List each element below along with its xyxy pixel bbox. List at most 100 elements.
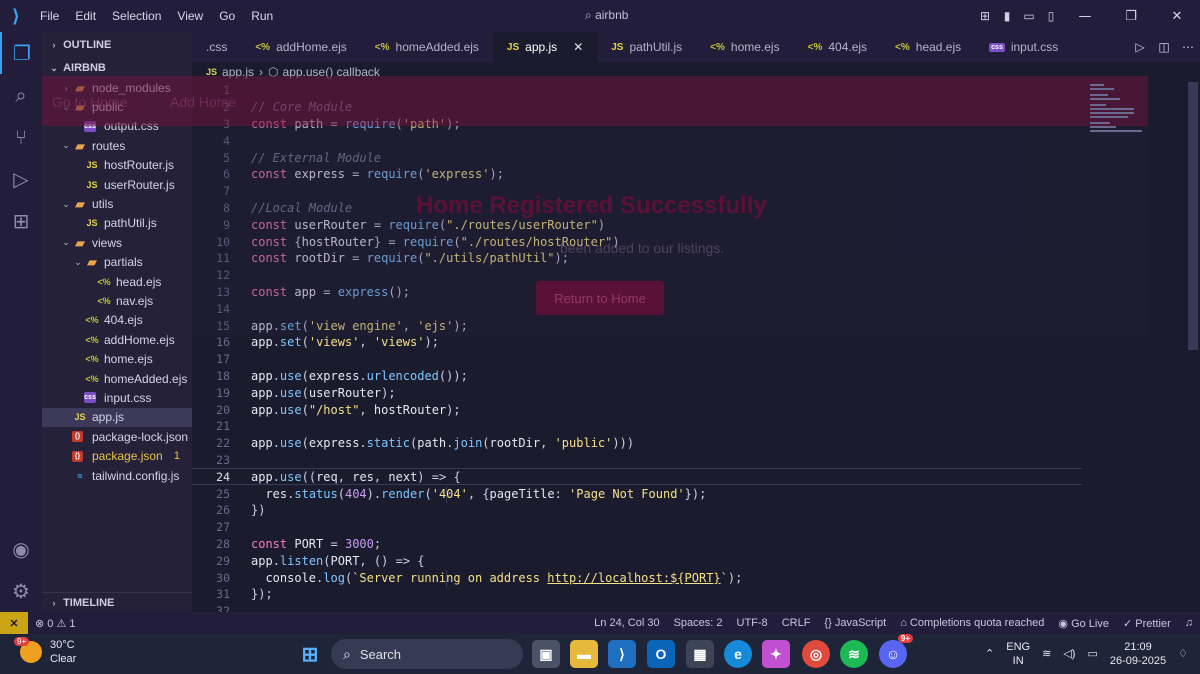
clock[interactable]: 21:09 26-09-2025 xyxy=(1104,640,1172,668)
store-icon[interactable]: ▦ xyxy=(686,640,714,668)
tree-item[interactable]: css input.css xyxy=(42,388,192,407)
tab-input-css[interactable]: css input.css xyxy=(975,32,1072,62)
menu-edit[interactable]: Edit xyxy=(67,9,104,23)
problems-indicator[interactable]: ⊗ 0 ⚠ 1 xyxy=(28,617,83,630)
code-line[interactable]: 18 app.use(express.urlencoded()); xyxy=(192,368,1082,385)
code-line[interactable]: 23 xyxy=(192,452,1082,469)
tree-item[interactable]: <% 404.ejs xyxy=(42,311,192,330)
code-line[interactable]: 26}) xyxy=(192,502,1082,519)
timeline-section[interactable]: › TIMELINE xyxy=(42,592,192,612)
tab-app-js[interactable]: JS app.js ✕ xyxy=(492,32,598,62)
tree-item[interactable]: <% addHome.ejs xyxy=(42,330,192,349)
code-line[interactable]: 22 app.use(express.static(path.join(rootD… xyxy=(192,435,1082,452)
run-debug-icon[interactable]: ▷ xyxy=(0,158,42,200)
taskbar-search[interactable]: ⌕ Search xyxy=(331,639,523,669)
split-editor-icon[interactable]: ◫ xyxy=(1152,40,1176,54)
code-line[interactable]: 27 xyxy=(192,519,1082,536)
window-title[interactable]: ⌕ airbnb xyxy=(585,8,628,23)
go-live-button[interactable]: ◉ Go Live xyxy=(1051,617,1116,630)
minimap[interactable] xyxy=(1090,82,1146,142)
tab--css[interactable]: .css xyxy=(192,32,241,62)
copilot-icon[interactable]: ✦ xyxy=(762,640,790,668)
code-line[interactable]: 16 app.set('views', 'views'); xyxy=(192,334,1082,351)
discord-icon[interactable]: ☺ 9+ xyxy=(879,634,913,668)
run-icon[interactable]: ▷ xyxy=(1128,40,1152,54)
close-window-button[interactable]: ✕ xyxy=(1154,0,1200,32)
more-actions-icon[interactable]: ⋯ xyxy=(1176,40,1200,54)
tree-item[interactable]: ⌄ ▰ views xyxy=(42,233,192,252)
code-line[interactable]: 24 app.use((req, res, next) => { xyxy=(192,468,1082,486)
account-icon[interactable]: ◉ xyxy=(0,528,42,570)
source-control-icon[interactable]: ⑂ xyxy=(0,116,42,158)
weather-widget[interactable]: 9+ 30°C Clear xyxy=(14,637,76,666)
tree-item[interactable]: JS pathUtil.js xyxy=(42,214,192,233)
file-explorer-icon[interactable]: ▬ xyxy=(570,640,598,668)
code-line[interactable]: 17 xyxy=(192,351,1082,368)
prettier-status[interactable]: ✓ Prettier xyxy=(1116,617,1178,630)
maximize-button[interactable]: ❐ xyxy=(1108,0,1154,32)
minimize-button[interactable]: — xyxy=(1062,0,1108,32)
project-section[interactable]: ⌄ AIRBNB xyxy=(42,58,192,78)
language-indicator[interactable]: ENG IN xyxy=(1000,640,1036,668)
tree-item[interactable]: <% home.ejs xyxy=(42,349,192,368)
outline-section[interactable]: › OUTLINE xyxy=(42,32,192,58)
toggle-primary-sidebar-icon[interactable]: ▮ xyxy=(996,0,1018,32)
toggle-panel-icon[interactable]: ▭ xyxy=(1018,0,1040,32)
menu-file[interactable]: File xyxy=(32,9,67,23)
tree-item[interactable]: JS userRouter.js xyxy=(42,175,192,194)
copilot-status[interactable]: ⌂ Completions quota reached xyxy=(893,617,1051,629)
outlook-icon[interactable]: O xyxy=(647,640,675,668)
volume-icon[interactable]: ◁) xyxy=(1057,647,1081,661)
tree-item[interactable]: <% homeAdded.ejs xyxy=(42,369,192,388)
tab-home-ejs[interactable]: <% home.ejs xyxy=(696,32,793,62)
code-line[interactable]: 29 app.listen(PORT, () => { xyxy=(192,552,1082,569)
toggle-secondary-sidebar-icon[interactable]: ▯ xyxy=(1040,0,1062,32)
remote-indicator-icon[interactable]: ✕ xyxy=(0,612,28,634)
editor-scrollbar[interactable] xyxy=(1188,82,1198,350)
chrome-icon[interactable]: ◎ xyxy=(802,640,830,668)
search-icon[interactable]: ⌕ xyxy=(0,74,42,116)
notifications-bell-icon[interactable]: ♫ xyxy=(1178,617,1200,629)
tree-item[interactable]: ⌄ ▰ routes xyxy=(42,136,192,155)
tree-item[interactable]: {} package.json 1 xyxy=(42,446,192,465)
language-mode[interactable]: {} JavaScript xyxy=(817,617,893,629)
tree-item[interactable]: <% head.ejs xyxy=(42,272,192,291)
show-hidden-icons[interactable]: ⌃ xyxy=(979,647,1000,661)
tree-item[interactable]: {} package-lock.json xyxy=(42,427,192,446)
tab-head-ejs[interactable]: <% head.ejs xyxy=(881,32,975,62)
gear-icon[interactable]: ⚙ xyxy=(0,570,42,612)
notification-bell-icon[interactable]: ♢ xyxy=(1172,647,1200,661)
tab-addhome-ejs[interactable]: <% addHome.ejs xyxy=(241,32,360,62)
tab-404-ejs[interactable]: <% 404.ejs xyxy=(794,32,881,62)
line-ending[interactable]: CRLF xyxy=(775,617,818,629)
tree-item[interactable]: ⌄ ▰ utils xyxy=(42,194,192,213)
start-windows-icon[interactable]: ⊞ xyxy=(296,640,324,668)
tree-item[interactable]: ≈ tailwind.config.js xyxy=(42,466,192,485)
task-view-icon[interactable]: ▣ xyxy=(532,640,560,668)
tab-homeadded-ejs[interactable]: <% homeAdded.ejs xyxy=(361,32,493,62)
wifi-icon[interactable]: ≋ xyxy=(1036,647,1057,661)
extensions-icon[interactable]: ⊞ xyxy=(0,200,42,242)
code-line[interactable]: 30 console.log(`Server running on addres… xyxy=(192,569,1082,586)
tree-item[interactable]: <% nav.ejs xyxy=(42,291,192,310)
indentation[interactable]: Spaces: 2 xyxy=(667,617,730,629)
explorer-icon[interactable]: ❐ xyxy=(0,32,42,74)
close-tab-icon[interactable]: ✕ xyxy=(573,40,583,54)
code-line[interactable]: 28 const PORT = 3000; xyxy=(192,536,1082,553)
menu-selection[interactable]: Selection xyxy=(104,9,169,23)
tree-item[interactable]: ⌄ ▰ partials xyxy=(42,253,192,272)
battery-icon[interactable]: ▭ xyxy=(1081,647,1103,661)
customize-layout-icon[interactable]: ⊞ xyxy=(974,0,996,32)
vscode-taskbar-icon[interactable]: ⟩ xyxy=(608,640,636,668)
cursor-position[interactable]: Ln 24, Col 30 xyxy=(587,617,666,629)
tab-pathutil-js[interactable]: JS pathUtil.js xyxy=(597,32,696,62)
menu-view[interactable]: View xyxy=(169,9,211,23)
edge-icon[interactable]: e xyxy=(724,640,752,668)
code-line[interactable]: 21 xyxy=(192,418,1082,435)
tree-item[interactable]: JS app.js xyxy=(42,407,192,428)
code-line[interactable]: 31}); xyxy=(192,586,1082,603)
menu-run[interactable]: Run xyxy=(243,9,281,23)
code-line[interactable]: 25 res.status(404).render('404', {pageTi… xyxy=(192,485,1082,502)
code-line[interactable]: 19 app.use(userRouter); xyxy=(192,384,1082,401)
encoding[interactable]: UTF-8 xyxy=(730,617,775,629)
